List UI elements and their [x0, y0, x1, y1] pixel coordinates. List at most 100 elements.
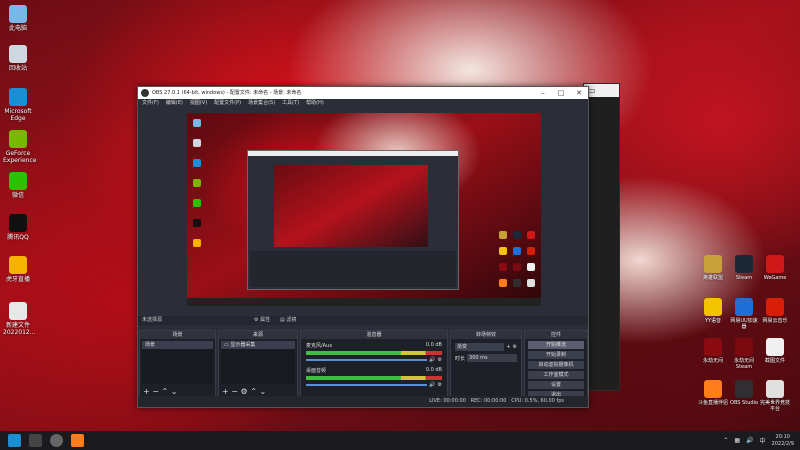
preview-desktop-icon [499, 279, 507, 287]
obs-preview-canvas[interactable] [187, 113, 541, 306]
preview-desktop-icon [527, 231, 535, 239]
desktop-icon[interactable]: GeForce Experience [3, 130, 36, 164]
scenes-dock-title: 场景 [140, 331, 215, 339]
app-icon [9, 88, 27, 106]
desktop-icon[interactable]: 网易云音乐 [760, 298, 790, 324]
menu-item[interactable]: 工具(T) [282, 99, 299, 108]
mic-channel-label: 麦克风/Aux [306, 343, 333, 349]
filters-button[interactable]: ▤ 滤镜 [280, 316, 296, 325]
gear-icon[interactable]: ⚙ [513, 344, 517, 350]
desktop-icon[interactable]: 斗鱼直播伴侣 [698, 380, 728, 406]
start-streaming-button[interactable]: 开始推流 [528, 341, 584, 349]
gear-icon[interactable]: ⚙ [438, 357, 442, 363]
obs-titlebar: OBS 27.0.1 (64-bit, windows) - 配置文件: 未命名… [138, 87, 588, 99]
app-icon [704, 298, 722, 316]
move-up-icon[interactable]: ⌃ [250, 387, 257, 396]
menu-item[interactable]: 视图(V) [190, 99, 207, 108]
scene-item[interactable]: 场景 [142, 341, 213, 349]
desktop-icon[interactable]: Microsoft Edge [3, 88, 33, 122]
app-icon [9, 214, 27, 232]
preview-desktop-icon [193, 119, 201, 127]
source-item[interactable]: ▭ 显示器采集 [221, 341, 295, 349]
mic-volume-slider[interactable] [306, 359, 428, 361]
add-scene-button[interactable]: + [143, 387, 150, 396]
desktop-icon-label: 回收站 [8, 65, 27, 72]
desktop-icon-label: 永劫无间 Steam [733, 358, 754, 370]
desktop-icon[interactable]: 新建文件 2022012... [3, 302, 35, 336]
transition-select[interactable]: 渐变 [455, 343, 505, 351]
desktop-icon[interactable]: 微信 [3, 172, 33, 199]
desktop-icon[interactable]: OBS Studio [729, 380, 759, 406]
desktop-icon[interactable]: 腾讯QQ [3, 214, 33, 241]
desktop-icon[interactable]: 网易UU加速器 [729, 298, 759, 330]
preview-desktop-icon [499, 231, 507, 239]
remove-scene-button[interactable]: − [152, 387, 159, 396]
menu-item[interactable]: 文件(F) [142, 99, 159, 108]
move-up-icon[interactable]: ⌃ [162, 387, 169, 396]
douyu-taskbar-icon[interactable] [71, 434, 84, 447]
add-source-button[interactable]: + [222, 387, 229, 396]
desktop-icon[interactable]: YY语音 [698, 298, 728, 324]
app-icon [9, 130, 27, 148]
speaker-icon[interactable]: 🔊 [429, 357, 435, 363]
source-settings-icon[interactable]: ⚙ [241, 387, 248, 396]
desktop-icon-label: 此电脑 [8, 25, 27, 32]
preview-desktop-icon [513, 279, 521, 287]
task-view-icon[interactable] [29, 434, 42, 447]
app-icon [766, 380, 784, 398]
properties-button[interactable]: ⚙ 属性 [254, 316, 270, 325]
desktop-icon[interactable]: 完美世界竞技平台 [760, 380, 790, 412]
minimize-icon[interactable]: – [534, 87, 552, 99]
desktop-icon-label: WeGame [763, 275, 787, 281]
gear-icon[interactable]: ⚙ [438, 382, 442, 388]
menu-item[interactable]: 帮助(H) [306, 99, 324, 108]
maximize-icon[interactable]: □ [552, 87, 570, 99]
duration-input[interactable]: 300 ms [467, 354, 517, 362]
app-icon [735, 255, 753, 273]
close-icon[interactable]: ✕ [570, 87, 588, 99]
desktop-volume-slider[interactable] [306, 384, 428, 386]
mic-db-value: 0.0 dB [425, 342, 442, 348]
add-icon[interactable]: + [506, 344, 510, 350]
app-icon [704, 338, 722, 356]
obs-window[interactable]: OBS 27.0.1 (64-bit, windows) - 配置文件: 未命名… [137, 86, 589, 408]
preview-desktop-icon [193, 219, 201, 227]
desktop-icon[interactable]: 虎牙直播 [3, 256, 33, 283]
preview-desktop-icon [527, 279, 535, 287]
desktop-icon[interactable]: Steam [729, 255, 759, 281]
network-icon[interactable]: ▦ [734, 437, 740, 444]
controls-dock: 控件 开始推流 开始录制 启动虚拟摄像机 工作室模式 设置 退出 [524, 330, 588, 399]
desktop-icon[interactable]: 永劫无间 [698, 338, 728, 364]
volume-icon[interactable]: 🔊 [746, 437, 753, 444]
menu-item[interactable]: 编辑(E) [166, 99, 183, 108]
clock[interactable]: 20:10 2022/2/9 [772, 434, 794, 448]
desktop-icon[interactable]: 截图文件 [760, 338, 790, 364]
preview-taskbar [187, 298, 541, 306]
desktop-icon[interactable]: 永劫无间 Steam [729, 338, 759, 370]
ime-icon[interactable]: 中 [760, 436, 766, 445]
chevron-up-icon[interactable]: ⌃ [723, 437, 728, 444]
obs-statusbar: LIVE: 00:00:00 REC: 00:00:00 CPU: 0.5%, … [138, 396, 588, 407]
windows-start-icon[interactable] [8, 434, 21, 447]
obs-logo-icon [141, 89, 149, 97]
move-down-icon[interactable]: ⌄ [171, 387, 178, 396]
studio-mode-button[interactable]: 工作室模式 [528, 371, 584, 379]
start-virtual-camera-button[interactable]: 启动虚拟摄像机 [528, 361, 584, 369]
start-recording-button[interactable]: 开始录制 [528, 351, 584, 359]
menu-item[interactable]: 场景集合(S) [248, 99, 275, 108]
desktop-icon-label: 截图文件 [764, 358, 785, 364]
desktop-icon[interactable]: 英雄联盟 [698, 255, 728, 281]
remove-source-button[interactable]: − [231, 387, 238, 396]
sources-dock-title: 来源 [219, 331, 297, 339]
desktop-icon[interactable]: WeGame [760, 255, 790, 281]
desktop-icon[interactable]: 此电脑 [3, 5, 33, 32]
speaker-icon[interactable]: 🔊 [429, 382, 435, 388]
mixer-dock-title: 混音器 [301, 331, 447, 339]
desktop-icon[interactable]: 回收站 [3, 45, 33, 72]
move-down-icon[interactable]: ⌄ [259, 387, 266, 396]
desktop-icon-label: Microsoft Edge [4, 108, 32, 122]
obs-taskbar-icon[interactable] [50, 434, 63, 447]
app-icon [9, 302, 27, 320]
menu-item[interactable]: 配置文件(P) [214, 99, 241, 108]
settings-button[interactable]: 设置 [528, 381, 584, 389]
